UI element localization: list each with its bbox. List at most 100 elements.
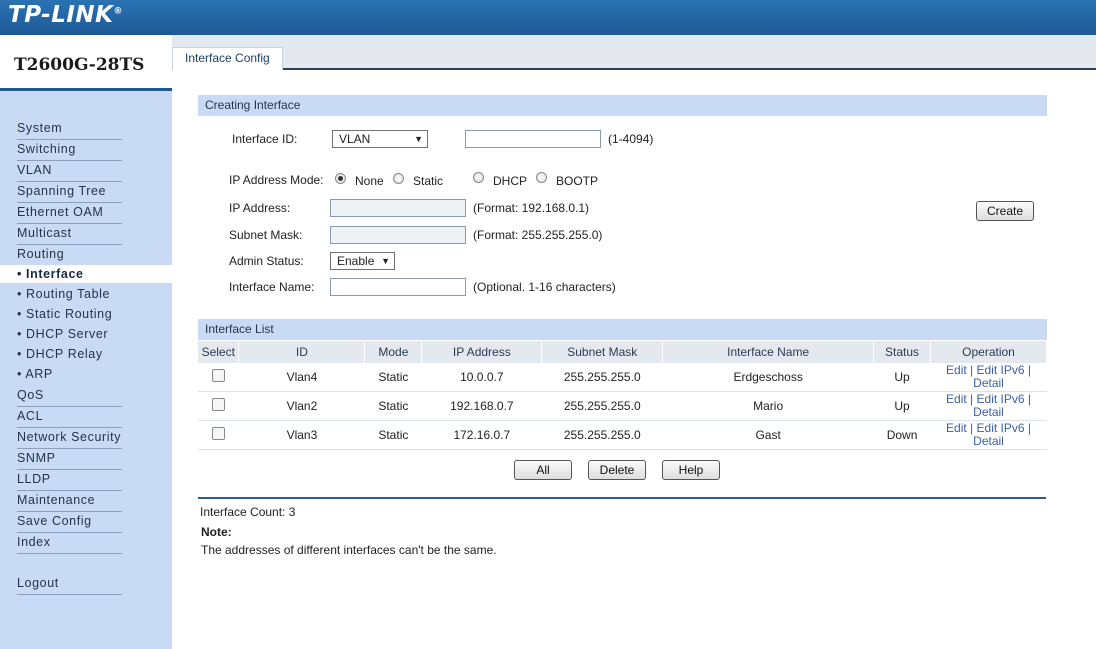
help-button[interactable]: Help: [662, 460, 720, 480]
sidebar-item-arp[interactable]: • ARP: [17, 366, 157, 385]
sidebar-item-static-routing[interactable]: • Static Routing: [17, 306, 157, 325]
cell-status: Up: [873, 363, 931, 392]
table-row: Vlan4 Static 10.0.0.7 255.255.255.0 Erdg…: [198, 363, 1047, 392]
top-banner: TP-LINK®: [0, 0, 1096, 35]
admin-status-select[interactable]: Enable ▼: [330, 252, 395, 270]
table-row: Vlan3 Static 172.16.0.7 255.255.255.0 Ga…: [198, 420, 1047, 450]
tab-interface-config[interactable]: Interface Config: [172, 47, 283, 70]
sidebar-item-multicast[interactable]: Multicast: [17, 225, 122, 245]
ip-mode-static-radio[interactable]: [393, 173, 404, 184]
column-header: Interface Name: [662, 341, 875, 363]
interface-list-header: Interface List: [198, 319, 1047, 340]
ip-address-input[interactable]: [330, 199, 466, 217]
column-header: Operation: [930, 341, 1047, 363]
note-text: The addresses of different interfaces ca…: [201, 543, 497, 557]
tp-link-logo: TP-LINK®: [8, 2, 123, 28]
interface-count: Interface Count: 3: [200, 505, 296, 519]
cell-status: Up: [873, 391, 931, 421]
delete-button[interactable]: Delete: [588, 460, 646, 480]
column-header: Subnet Mask: [541, 341, 664, 363]
create-button[interactable]: Create: [976, 201, 1034, 221]
cell-id: Vlan2: [238, 391, 365, 421]
cell-ip: 192.168.0.7: [421, 391, 542, 421]
creating-interface-header: Creating Interface: [198, 95, 1047, 116]
column-header: Mode: [364, 341, 423, 363]
cell-name: Erdgeschoss: [662, 363, 874, 392]
interface-name-label: Interface Name:: [229, 280, 315, 294]
cell-mask: 255.255.255.0: [541, 420, 663, 450]
sidebar-item-interface[interactable]: • Interface: [0, 265, 172, 283]
interface-table: Select ID Mode IP Address Subnet Mask In…: [198, 341, 1047, 450]
interface-name-hint: (Optional. 1-16 characters): [473, 280, 616, 294]
detail-link[interactable]: Detail: [931, 406, 1047, 419]
sidebar-item-routing-table[interactable]: • Routing Table: [17, 286, 157, 305]
ip-mode-none-radio[interactable]: [335, 173, 346, 184]
cell-mask: 255.255.255.0: [541, 391, 663, 421]
sidebar-item-index[interactable]: Index: [17, 534, 122, 554]
admin-status-label: Admin Status:: [229, 254, 304, 268]
interface-type-select[interactable]: VLAN ▼: [332, 130, 428, 148]
cell-mode: Static: [364, 391, 422, 421]
dropdown-arrow-icon: ▼: [381, 256, 390, 266]
cell-mode: Static: [364, 420, 422, 450]
note-label: Note:: [201, 525, 232, 539]
cell-name: Gast: [662, 420, 874, 450]
sidebar-item-system[interactable]: System: [17, 120, 122, 140]
column-header: ID: [238, 341, 366, 363]
ip-mode-bootp-radio[interactable]: [536, 172, 547, 183]
cell-status: Down: [873, 420, 931, 450]
subnet-mask-input[interactable]: [330, 226, 466, 244]
sidebar-item-acl[interactable]: ACL: [17, 408, 122, 428]
sidebar-item-routing[interactable]: Routing: [17, 246, 122, 266]
cell-mask: 255.255.255.0: [541, 363, 663, 392]
column-header: Select: [198, 341, 240, 363]
all-button[interactable]: All: [514, 460, 572, 480]
tab-bar: Interface Config: [172, 35, 1096, 70]
section-divider: [198, 497, 1046, 499]
row-select-checkbox[interactable]: [211, 369, 225, 382]
sidebar-item-vlan[interactable]: VLAN: [17, 162, 122, 182]
cell-operation: Edit | Edit IPv6 | Detail: [930, 363, 1047, 392]
ip-mode-label: IP Address Mode:: [229, 173, 324, 187]
ip-mode-dhcp-radio[interactable]: [473, 172, 484, 183]
table-header-row: Select ID Mode IP Address Subnet Mask In…: [198, 341, 1047, 363]
sidebar-item-save-config[interactable]: Save Config: [17, 513, 122, 533]
cell-id: Vlan4: [238, 363, 365, 392]
sidebar-item-label: • Interface: [17, 267, 84, 281]
sidebar: System Switching VLAN Spanning Tree Ethe…: [0, 91, 172, 649]
interface-name-input[interactable]: [330, 278, 466, 296]
interface-id-label: Interface ID:: [232, 132, 298, 146]
dropdown-arrow-icon: ▼: [414, 134, 423, 144]
model-panel: T2600G-28TS: [0, 35, 172, 91]
row-select-checkbox[interactable]: [211, 398, 225, 411]
sidebar-item-maintenance[interactable]: Maintenance: [17, 492, 122, 512]
ip-mode-none-label: None: [355, 174, 384, 188]
ip-mode-dhcp-label: DHCP: [493, 174, 528, 188]
ip-mode-bootp-label: BOOTP: [556, 174, 599, 188]
subnet-mask-hint: (Format: 255.255.255.0): [473, 228, 603, 242]
cell-id: Vlan3: [238, 420, 365, 450]
cell-mode: Static: [364, 363, 422, 392]
sidebar-item-ethernet-oam[interactable]: Ethernet OAM: [17, 204, 122, 224]
sidebar-item-switching[interactable]: Switching: [17, 141, 122, 161]
sidebar-item-network-security[interactable]: Network Security: [17, 429, 122, 449]
cell-name: Mario: [662, 391, 874, 421]
cell-ip: 10.0.0.7: [421, 363, 542, 392]
cell-operation: Edit | Edit IPv6 | Detail: [930, 391, 1047, 421]
interface-id-hint: (1-4094): [608, 132, 654, 146]
sidebar-item-qos[interactable]: QoS: [17, 387, 122, 407]
sidebar-item-spanning-tree[interactable]: Spanning Tree: [17, 183, 122, 203]
sidebar-item-dhcp-server[interactable]: • DHCP Server: [17, 326, 157, 345]
logout-link[interactable]: Logout: [17, 575, 122, 595]
sidebar-item-lldp[interactable]: LLDP: [17, 471, 122, 491]
ip-mode-static-label: Static: [413, 174, 444, 188]
detail-link[interactable]: Detail: [931, 435, 1047, 448]
sidebar-item-snmp[interactable]: SNMP: [17, 450, 122, 470]
row-select-checkbox[interactable]: [211, 427, 225, 440]
interface-id-input[interactable]: [465, 130, 601, 148]
cell-ip: 172.16.0.7: [421, 420, 542, 450]
sidebar-item-dhcp-relay[interactable]: • DHCP Relay: [17, 346, 157, 365]
detail-link[interactable]: Detail: [931, 377, 1047, 390]
ip-address-hint: (Format: 192.168.0.1): [473, 201, 590, 215]
table-row: Vlan2 Static 192.168.0.7 255.255.255.0 M…: [198, 391, 1047, 421]
